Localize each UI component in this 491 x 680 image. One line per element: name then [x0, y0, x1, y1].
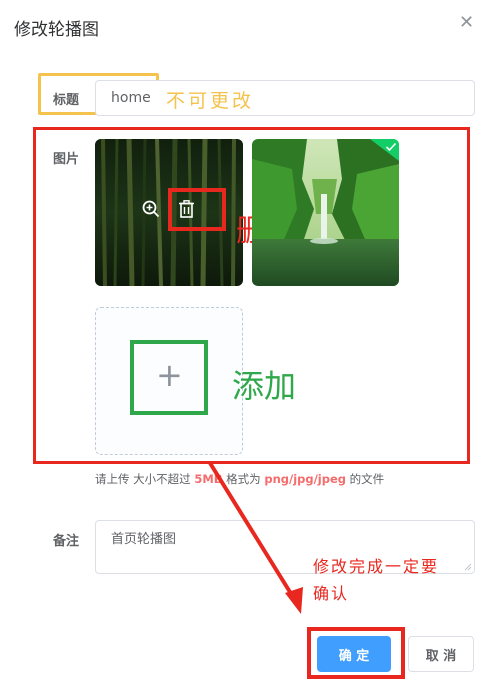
confirm-button[interactable]: 确 定	[317, 636, 391, 672]
annotation-add: 添加	[232, 367, 297, 405]
upload-hint-suffix: 的文件	[346, 472, 385, 486]
check-icon	[385, 142, 397, 152]
cancel-button[interactable]: 取 消	[408, 636, 474, 672]
title-input-value: home	[111, 90, 151, 106]
annotation-not-editable: 不可更改	[166, 90, 255, 112]
dialog-title: 修改轮播图	[14, 20, 99, 40]
title-input[interactable]: home	[95, 80, 475, 116]
annotation-red-delete-box	[168, 188, 226, 231]
resize-handle-icon[interactable]	[464, 563, 472, 571]
image-thumbnail-gorge[interactable]	[252, 139, 399, 286]
upload-hint-prefix: 请上传 大小不超过	[95, 472, 195, 486]
title-label: 标题	[53, 93, 80, 108]
zoom-in-icon[interactable]	[142, 200, 160, 218]
plus-icon[interactable]: +	[156, 359, 183, 391]
gorge-image	[252, 139, 399, 286]
remark-textarea-value: 首页轮播图	[111, 532, 177, 547]
annotation-confirm-note-line1: 修改完成一定要	[313, 557, 440, 576]
remark-label: 备注	[53, 534, 80, 549]
close-icon[interactable]: ✕	[459, 12, 474, 33]
annotation-arrow	[208, 461, 303, 614]
